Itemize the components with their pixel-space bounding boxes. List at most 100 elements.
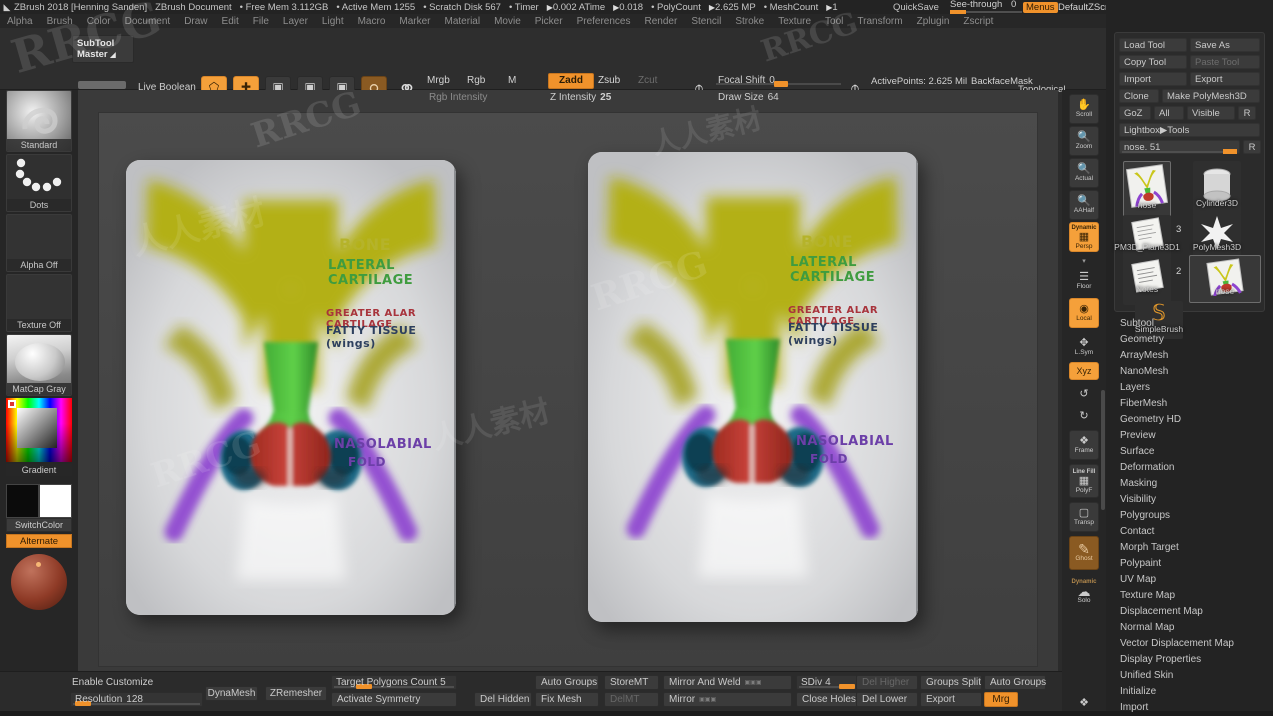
subpalette-preview[interactable]: Preview	[1120, 428, 1270, 444]
activate-symmetry-button[interactable]: Activate Symmetry	[331, 692, 457, 707]
lsym-button[interactable]: ✥ L.Sym	[1069, 334, 1099, 360]
subpalette-initialize[interactable]: Initialize	[1120, 684, 1270, 700]
aahalf-button[interactable]: 🔍 AAHalf	[1069, 190, 1099, 220]
focal-shift-slider[interactable]: Focal Shift 0	[716, 73, 841, 87]
ghost-button[interactable]: ✎ Ghost	[1069, 536, 1099, 570]
lightbox-tools-button[interactable]: Lightbox▶Tools	[1119, 123, 1260, 137]
zcut-button[interactable]: Zcut	[638, 75, 657, 86]
document-canvas[interactable]: BONE LATERAL CARTILAGE GREATER ALAR CART…	[98, 112, 1038, 667]
auto-groups-button[interactable]: Auto Groups	[535, 675, 599, 690]
see-through-slider[interactable]: See-through 0	[950, 0, 1022, 14]
subpalette-unified-skin[interactable]: Unified Skin	[1120, 668, 1270, 684]
menu-item-preferences[interactable]: Preferences	[570, 16, 638, 27]
subtool-master-button[interactable]: SubTool Master ◢	[72, 35, 134, 63]
menu-item-marker[interactable]: Marker	[392, 16, 437, 27]
del-higher-button[interactable]: Del Higher	[856, 675, 918, 690]
mrgb-button[interactable]: Mrgb	[427, 75, 450, 86]
menu-item-edit[interactable]: Edit	[215, 16, 246, 27]
menus-button[interactable]: Menus	[1023, 1, 1058, 13]
all-button[interactable]: All	[1154, 106, 1184, 120]
menu-item-draw[interactable]: Draw	[177, 16, 214, 27]
menu-item-document[interactable]: Document	[118, 16, 178, 27]
enable-customize-label[interactable]: Enable Customize	[72, 677, 153, 688]
subpalette-geometry[interactable]: Geometry	[1120, 332, 1270, 348]
zsub-button[interactable]: Zsub	[598, 75, 620, 86]
tool-thumb-notes[interactable]: Notes 2	[1123, 257, 1181, 305]
subpalette-masking[interactable]: Masking	[1120, 476, 1270, 492]
copy-tool-button[interactable]: Copy Tool	[1119, 55, 1187, 69]
menu-item-movie[interactable]: Movie	[487, 16, 528, 27]
clone-button[interactable]: Clone	[1119, 89, 1159, 103]
zremesher-button[interactable]: ZRemesher	[265, 686, 327, 701]
subpalette-normal-map[interactable]: Normal Map	[1120, 620, 1270, 636]
tool-thumb-nose-2[interactable]: nose	[1189, 255, 1261, 303]
menu-item-transform[interactable]: Transform	[850, 16, 909, 27]
color-picker[interactable]: Gradient	[6, 398, 72, 476]
frame-button[interactable]: ❖ Frame	[1069, 430, 1099, 460]
scroll-button[interactable]: ✋ Scroll	[1069, 94, 1099, 124]
zoom-button[interactable]: 🔍 Zoom	[1069, 126, 1099, 156]
subpalette-polygroups[interactable]: Polygroups	[1120, 508, 1270, 524]
menu-item-layer[interactable]: Layer	[276, 16, 315, 27]
polyframe-button[interactable]: Line Fill ▦ PolyF	[1069, 464, 1099, 498]
subpalette-arraymesh[interactable]: ArrayMesh	[1120, 348, 1270, 364]
groups-split-button[interactable]: Groups Split	[920, 675, 982, 690]
menu-item-material[interactable]: Material	[438, 16, 488, 27]
m-button[interactable]: M	[508, 75, 516, 86]
menu-item-macro[interactable]: Macro	[351, 16, 393, 27]
menu-item-tool[interactable]: Tool	[818, 16, 850, 27]
dynamesh-button[interactable]: DynaMesh	[205, 686, 258, 701]
menu-item-stroke[interactable]: Stroke	[728, 16, 771, 27]
persp-button[interactable]: Dynamic ▦ Persp	[1069, 222, 1099, 252]
menu-item-stencil[interactable]: Stencil	[684, 16, 728, 27]
export-bottom-button[interactable]: Export	[920, 692, 982, 707]
paste-tool-button[interactable]: Paste Tool	[1190, 55, 1260, 69]
subpalette-fibermesh[interactable]: FiberMesh	[1120, 396, 1270, 412]
shelf-scrollbar[interactable]	[78, 81, 126, 89]
close-holes-button[interactable]: Close Holes	[796, 692, 858, 707]
mrg-button[interactable]: Mrg	[984, 692, 1018, 707]
subpalette-subtool[interactable]: Subtool	[1120, 316, 1270, 332]
subpalette-uv-map[interactable]: UV Map	[1120, 572, 1270, 588]
target-polygons-slider[interactable]: Target Polygons Count 5	[331, 675, 457, 690]
tool-name-slider[interactable]: nose. 51	[1119, 140, 1240, 154]
subpalette-polypaint[interactable]: Polypaint	[1120, 556, 1270, 572]
stroke-swatch[interactable]: Dots	[6, 154, 72, 212]
menu-item-brush[interactable]: Brush	[40, 16, 80, 27]
frame-points-bottom-icon[interactable]: ❖	[1069, 690, 1099, 716]
undo-history-button-1[interactable]: ↺	[1069, 384, 1099, 404]
material-swatch[interactable]: MatCap Gray	[6, 334, 72, 396]
quicksave-button[interactable]: QuickSave	[893, 2, 939, 13]
subpalette-contact[interactable]: Contact	[1120, 524, 1270, 540]
menu-item-alpha[interactable]: Alpha	[0, 16, 40, 27]
menu-item-color[interactable]: Color	[80, 16, 118, 27]
zadd-button[interactable]: Zadd	[548, 73, 594, 89]
export-button[interactable]: Export	[1190, 72, 1260, 86]
alternate-toggle[interactable]: Alternate	[6, 534, 72, 548]
menu-item-light[interactable]: Light	[315, 16, 351, 27]
visible-button[interactable]: Visible	[1187, 106, 1235, 120]
goz-r-button[interactable]: R	[1238, 106, 1256, 120]
subpalette-import[interactable]: Import	[1120, 700, 1270, 716]
make-polymesh3d-button[interactable]: Make PolyMesh3D	[1162, 89, 1260, 103]
menu-item-picker[interactable]: Picker	[528, 16, 570, 27]
menu-item-file[interactable]: File	[246, 16, 276, 27]
storemt-button[interactable]: StoreMT	[604, 675, 659, 690]
floor-button[interactable]: ☰ Floor	[1069, 268, 1099, 294]
local-button[interactable]: ◉ Local	[1069, 298, 1099, 328]
subpalette-surface[interactable]: Surface	[1120, 444, 1270, 460]
strip-scrollbar[interactable]	[1101, 390, 1105, 510]
save-as-button[interactable]: Save As	[1190, 38, 1260, 52]
texture-swatch[interactable]: Texture Off	[6, 274, 72, 332]
subpalette-morph-target[interactable]: Morph Target	[1120, 540, 1270, 556]
sdiv-slider[interactable]: SDiv 4	[796, 675, 858, 690]
tool-thumb-nose-selected[interactable]: nose	[1123, 161, 1171, 217]
del-hidden-button[interactable]: Del Hidden	[474, 692, 532, 707]
subpalette-texture-map[interactable]: Texture Map	[1120, 588, 1270, 604]
solo-button[interactable]: Dynamic ☁ Solo	[1069, 574, 1099, 608]
transp-button[interactable]: ▢ Transp	[1069, 502, 1099, 532]
import-button[interactable]: Import	[1119, 72, 1187, 86]
goz-button[interactable]: GoZ	[1119, 106, 1151, 120]
subpalette-deformation[interactable]: Deformation	[1120, 460, 1270, 476]
brush-swatch[interactable]: Standard	[6, 90, 72, 152]
